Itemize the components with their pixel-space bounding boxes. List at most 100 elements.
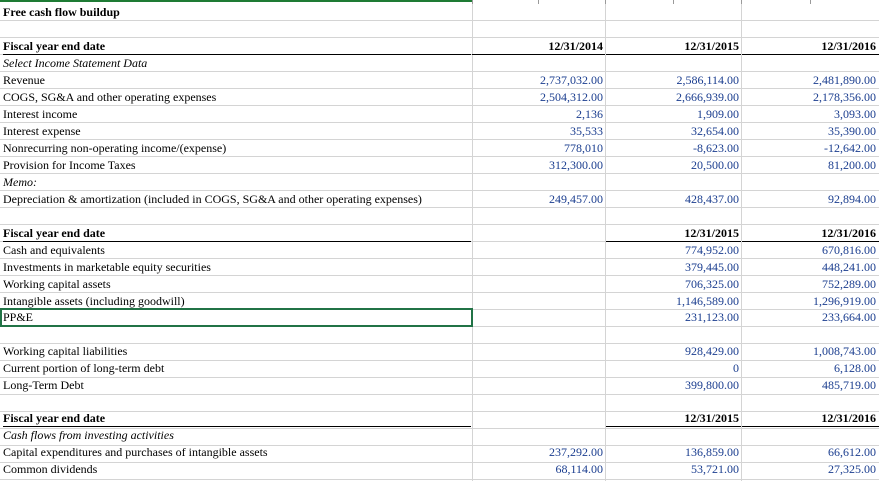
value-cell[interactable]: 752,289.00 (742, 276, 879, 293)
grid-column-line (472, 55, 473, 71)
row-label[interactable]: Depreciation & amortization (included in… (3, 191, 471, 208)
grid-column-line (741, 395, 742, 411)
section-header-date[interactable]: 12/31/2016 (742, 225, 879, 242)
section-header-date[interactable]: 12/31/2014 (472, 38, 605, 55)
row-label[interactable]: Long-Term Debt (3, 377, 471, 394)
section-header-date[interactable]: 12/31/2016 (742, 410, 879, 427)
value-cell[interactable]: 81,200.00 (742, 157, 879, 174)
row-label[interactable]: Capital expenditures and purchases of in… (3, 444, 471, 461)
row-label[interactable]: Working capital assets (3, 276, 471, 293)
section-header-date[interactable]: 12/31/2015 (606, 410, 741, 427)
value-cell[interactable]: 27,325.00 (742, 461, 879, 478)
value-cell[interactable]: 670,816.00 (742, 242, 879, 259)
value-cell[interactable]: 3,093.00 (742, 106, 879, 123)
value-cell[interactable]: 0 (606, 360, 741, 377)
row-label[interactable]: Interest expense (3, 123, 471, 140)
grid-row (0, 21, 879, 38)
value-cell[interactable]: 1,909.00 (606, 106, 741, 123)
grid-column-line (472, 395, 473, 411)
memo-label[interactable]: Memo: (3, 174, 471, 191)
value-cell[interactable]: 2,178,356.00 (742, 89, 879, 106)
grid-column-line (472, 259, 473, 275)
row-label[interactable]: Revenue (3, 72, 471, 89)
value-cell[interactable]: 2,136 (472, 106, 605, 123)
value-cell[interactable]: 233,664.00 (742, 309, 879, 326)
section-header-label[interactable]: Fiscal year end date (3, 38, 471, 55)
value-cell[interactable]: 66,612.00 (742, 444, 879, 461)
subsection-label[interactable]: Select Income Statement Data (3, 55, 471, 72)
value-cell[interactable]: 237,292.00 (472, 444, 605, 461)
grid-column-line (741, 208, 742, 224)
spreadsheet-grid: Free cash flow buildup Fiscal year end d… (0, 0, 879, 481)
value-cell[interactable]: 249,457.00 (472, 191, 605, 208)
grid-column-line (472, 412, 473, 428)
subsection-label[interactable]: Cash flows from investing activities (3, 427, 471, 444)
section-header-label[interactable]: Fiscal year end date (3, 410, 471, 427)
grid-column-line (741, 327, 742, 343)
row-label[interactable]: Interest income (3, 106, 471, 123)
row-label[interactable]: Provision for Income Taxes (3, 157, 471, 174)
grid-column-line (472, 293, 473, 309)
grid-column-line (472, 21, 473, 37)
value-cell[interactable]: 1,146,589.00 (606, 293, 741, 310)
row-label[interactable]: COGS, SG&A and other operating expenses (3, 89, 471, 106)
row-label[interactable]: Investments in marketable equity securit… (3, 259, 471, 276)
value-cell[interactable]: 706,325.00 (606, 276, 741, 293)
value-cell[interactable]: 68,114.00 (472, 461, 605, 478)
section-header-date[interactable]: 12/31/2015 (606, 38, 741, 55)
grid-column-line (741, 21, 742, 37)
grid-column-line (472, 327, 473, 343)
row-label[interactable]: Current portion of long-term debt (3, 360, 471, 377)
value-cell[interactable]: 379,445.00 (606, 259, 741, 276)
row-label[interactable]: PP&E (3, 309, 471, 326)
value-cell[interactable]: 231,123.00 (606, 309, 741, 326)
grid-column-line (472, 344, 473, 360)
value-cell[interactable]: 2,481,890.00 (742, 72, 879, 89)
grid-column-line (472, 174, 473, 190)
value-cell[interactable]: 778,010 (472, 140, 605, 157)
row-label[interactable]: Working capital liabilities (3, 343, 471, 360)
value-cell[interactable]: 399,800.00 (606, 377, 741, 394)
value-cell[interactable]: 136,859.00 (606, 444, 741, 461)
value-cell[interactable]: 774,952.00 (606, 242, 741, 259)
value-cell[interactable]: 20,500.00 (606, 157, 741, 174)
selected-column-indicator (0, 0, 472, 2)
grid-row (0, 327, 879, 344)
grid-column-line (605, 208, 606, 224)
grid-column-line (605, 327, 606, 343)
grid-column-line (472, 242, 473, 258)
value-cell[interactable]: 35,533 (472, 123, 605, 140)
value-cell[interactable]: 6,128.00 (742, 360, 879, 377)
value-cell[interactable]: 428,437.00 (606, 191, 741, 208)
grid-column-line (741, 55, 742, 71)
value-cell[interactable]: 35,390.00 (742, 123, 879, 140)
value-cell[interactable]: 312,300.00 (472, 157, 605, 174)
value-cell[interactable]: 32,654.00 (606, 123, 741, 140)
grid-column-line (472, 378, 473, 394)
value-cell[interactable]: 448,241.00 (742, 259, 879, 276)
value-cell[interactable]: 1,008,743.00 (742, 343, 879, 360)
value-cell[interactable]: 1,296,919.00 (742, 293, 879, 310)
section-header-date[interactable]: 12/31/2016 (742, 38, 879, 55)
grid-column-line (605, 174, 606, 190)
sheet-title[interactable]: Free cash flow buildup (3, 4, 471, 21)
value-cell[interactable]: -8,623.00 (606, 140, 741, 157)
value-cell[interactable]: 2,586,114.00 (606, 72, 741, 89)
grid-column-line (605, 395, 606, 411)
grid-column-line (605, 55, 606, 71)
grid-column-line (741, 174, 742, 190)
value-cell[interactable]: -12,642.00 (742, 140, 879, 157)
section-header-date[interactable]: 12/31/2015 (606, 225, 741, 242)
value-cell[interactable]: 2,737,032.00 (472, 72, 605, 89)
value-cell[interactable]: 92,894.00 (742, 191, 879, 208)
value-cell[interactable]: 2,504,312.00 (472, 89, 605, 106)
value-cell[interactable]: 2,666,939.00 (606, 89, 741, 106)
value-cell[interactable]: 928,429.00 (606, 343, 741, 360)
row-label[interactable]: Common dividends (3, 461, 471, 478)
row-label[interactable]: Cash and equivalents (3, 242, 471, 259)
section-header-label[interactable]: Fiscal year end date (3, 225, 471, 242)
grid-row (0, 208, 879, 225)
value-cell[interactable]: 485,719.00 (742, 377, 879, 394)
row-label[interactable]: Nonrecurring non-operating income/(expen… (3, 140, 471, 157)
value-cell[interactable]: 53,721.00 (606, 461, 741, 478)
